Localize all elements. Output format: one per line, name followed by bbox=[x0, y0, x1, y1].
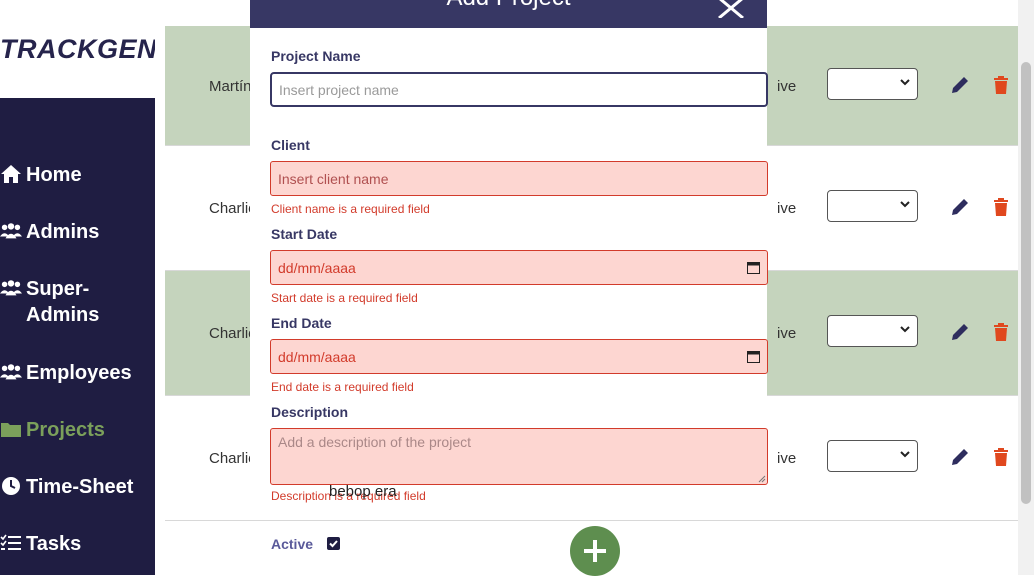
description-textarea[interactable]: Add a description of the project bbox=[270, 428, 768, 485]
placeholder: dd/mm/aaaa bbox=[278, 348, 356, 365]
client-error: Client name is a required field bbox=[271, 202, 430, 216]
nav-item-admins[interactable]: Admins bbox=[0, 219, 155, 245]
client-input[interactable]: Insert client name bbox=[270, 161, 768, 196]
chevron-down-icon bbox=[900, 451, 910, 458]
calendar-icon[interactable] bbox=[747, 261, 760, 274]
resize-handle-icon[interactable] bbox=[758, 475, 766, 483]
start-date-label: Start Date bbox=[271, 226, 338, 242]
row-status: ive bbox=[777, 78, 797, 95]
nav-label: Home bbox=[26, 164, 82, 186]
row-select[interactable] bbox=[827, 190, 918, 222]
modal-title: Add Project bbox=[250, 0, 767, 12]
chevron-down-icon bbox=[900, 201, 910, 208]
overlay-text: bebop era bbox=[329, 483, 397, 500]
pencil-icon[interactable] bbox=[949, 196, 971, 218]
row-select[interactable] bbox=[827, 440, 918, 472]
project-name-input[interactable]: Insert project name bbox=[270, 72, 768, 107]
end-date-label: End Date bbox=[271, 315, 332, 331]
trash-icon[interactable] bbox=[993, 448, 1009, 466]
clock-icon bbox=[0, 475, 22, 497]
row-status: ive bbox=[777, 200, 797, 217]
pencil-icon[interactable] bbox=[949, 321, 971, 343]
calendar-icon[interactable] bbox=[747, 350, 760, 363]
nav-item-super-admins[interactable]: Super-Admins bbox=[0, 276, 155, 328]
nav-label: Projects bbox=[26, 419, 105, 441]
placeholder: Add a description of the project bbox=[278, 434, 472, 450]
check-icon bbox=[329, 540, 338, 548]
end-date-input[interactable]: dd/mm/aaaa bbox=[270, 339, 768, 374]
sidebar: TRACKGENIX Home Admins Super-Admins Empl… bbox=[0, 0, 183, 575]
nav-item-employees[interactable]: Employees bbox=[0, 360, 155, 386]
nav-item-home[interactable]: Home bbox=[0, 162, 155, 188]
placeholder: Insert project name bbox=[279, 81, 399, 98]
tasks-icon bbox=[0, 532, 22, 554]
active-label: Active bbox=[271, 536, 314, 552]
trash-icon[interactable] bbox=[993, 198, 1009, 216]
add-project-button[interactable] bbox=[570, 526, 620, 576]
users-icon bbox=[0, 361, 22, 383]
nav-item-tasks[interactable]: Tasks bbox=[0, 531, 155, 557]
folder-icon bbox=[0, 418, 22, 440]
home-icon bbox=[0, 163, 22, 185]
end-date-error: End date is a required field bbox=[271, 380, 414, 394]
row-status: ive bbox=[777, 325, 797, 342]
placeholder: dd/mm/aaaa bbox=[278, 259, 356, 276]
row-select[interactable] bbox=[827, 315, 918, 347]
modal-header: Add Project bbox=[250, 0, 767, 28]
users-icon bbox=[0, 220, 22, 242]
active-checkbox[interactable] bbox=[327, 537, 340, 550]
row-status: ive bbox=[777, 450, 797, 467]
nav-item-projects[interactable]: Projects bbox=[0, 417, 155, 443]
start-date-error: Start date is a required field bbox=[271, 291, 418, 305]
plus-icon bbox=[584, 540, 606, 562]
pencil-icon[interactable] bbox=[949, 74, 971, 96]
scrollbar[interactable] bbox=[1018, 0, 1034, 575]
nav-label: Time-Sheet bbox=[26, 476, 134, 498]
placeholder: Insert client name bbox=[278, 170, 389, 187]
users-icon bbox=[0, 277, 22, 299]
description-label: Description bbox=[271, 404, 349, 420]
row-select[interactable] bbox=[827, 68, 918, 100]
nav-label: Admins bbox=[26, 221, 100, 243]
nav-label: Super-Admins bbox=[26, 278, 100, 326]
scrollbar-thumb[interactable] bbox=[1021, 62, 1031, 504]
client-label: Client bbox=[271, 137, 310, 153]
project-name-label: Project Name bbox=[271, 48, 361, 64]
chevron-down-icon bbox=[900, 326, 910, 333]
chevron-down-icon bbox=[900, 79, 910, 86]
row-name: Martín bbox=[209, 78, 252, 95]
trash-icon[interactable] bbox=[993, 323, 1009, 341]
nav-item-time-sheet[interactable]: Time-Sheet bbox=[0, 474, 155, 500]
add-project-modal: Add Project Project Name Insert project … bbox=[250, 0, 768, 485]
nav-label: Tasks bbox=[26, 533, 82, 555]
nav-label: Employees bbox=[26, 362, 132, 384]
close-icon[interactable] bbox=[716, 0, 746, 18]
start-date-input[interactable]: dd/mm/aaaa bbox=[270, 250, 768, 285]
pencil-icon[interactable] bbox=[949, 446, 971, 468]
trash-icon[interactable] bbox=[993, 76, 1009, 94]
brand-area: TRACKGENIX bbox=[0, 0, 183, 98]
